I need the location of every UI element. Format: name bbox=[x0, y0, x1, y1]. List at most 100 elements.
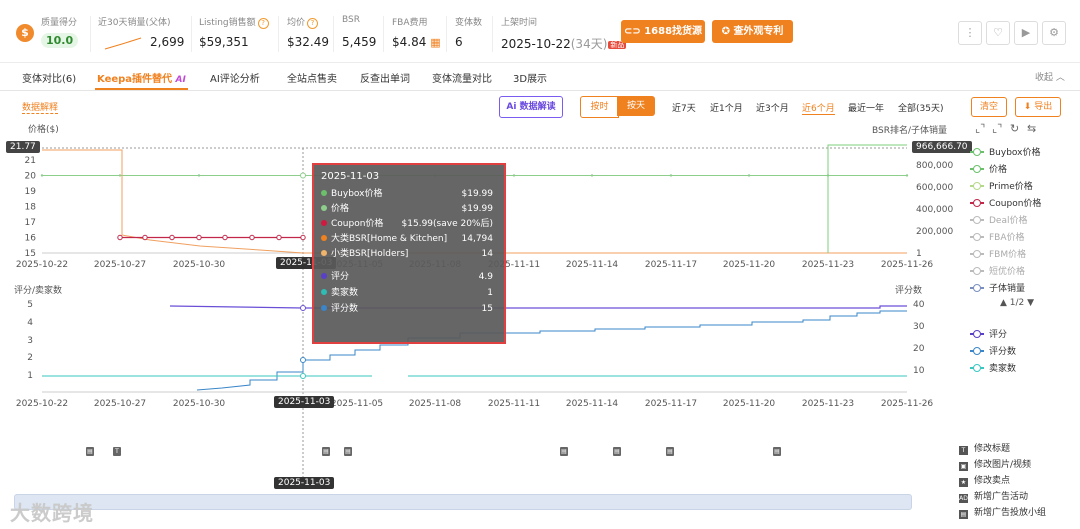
legend-pager[interactable]: ▲ 1/2 ▼ bbox=[1000, 298, 1034, 308]
legend-item[interactable]: 评分 bbox=[970, 327, 1007, 341]
event-marker[interactable]: ▤ bbox=[666, 447, 674, 456]
date-tick-label: 2025-10-27 bbox=[94, 399, 146, 409]
date-tick-label: 2025-11-20 bbox=[723, 260, 776, 270]
event-type-icon: ★ bbox=[959, 478, 968, 487]
price-tick-label: 15 bbox=[25, 249, 36, 259]
price-point bbox=[590, 174, 594, 177]
price-tick-label: 17 bbox=[25, 218, 36, 228]
rating-tick-label: 4 bbox=[27, 318, 33, 328]
series-dot-icon bbox=[321, 205, 327, 211]
legend-line-icon bbox=[970, 216, 984, 224]
legend-item[interactable]: Coupon价格 bbox=[970, 196, 1041, 210]
date-tick-label: 2025-10-30 bbox=[173, 399, 226, 409]
price-tick-label: 20 bbox=[25, 171, 37, 181]
event-marker[interactable]: ▤ bbox=[773, 447, 781, 456]
event-marker[interactable]: ▤ bbox=[322, 447, 330, 456]
rating-tick-label: 5 bbox=[27, 300, 33, 310]
legend-item[interactable]: 价格 bbox=[970, 162, 1007, 176]
event-marker[interactable]: ▤ bbox=[344, 447, 352, 456]
date-tick-label: 2025-11-23 bbox=[802, 399, 854, 409]
coupon-point bbox=[300, 234, 306, 241]
event-legend-item: ▤ 新增广告投放小组 bbox=[959, 508, 1047, 519]
date-tick-label: 2025-11-17 bbox=[645, 399, 697, 409]
date-tick-label: 2025-11-26 bbox=[881, 399, 934, 409]
series-dot-icon bbox=[321, 289, 327, 295]
legend-line-icon bbox=[970, 148, 984, 156]
bsr-tick-label: 1 bbox=[916, 249, 922, 259]
legend-line-icon bbox=[970, 284, 984, 292]
series-dot-icon bbox=[321, 190, 327, 196]
tooltip-date: 2025-11-03 bbox=[321, 171, 380, 182]
event-type-icon: ▤ bbox=[959, 510, 968, 519]
time-range-scrollbar[interactable] bbox=[14, 494, 912, 510]
tooltip-row: 评分 4.9 bbox=[321, 270, 497, 284]
event-type-icon: T bbox=[959, 446, 968, 455]
price-point bbox=[669, 174, 673, 177]
legend-line-icon bbox=[970, 182, 984, 190]
date-tick-label: 2025-11-14 bbox=[566, 399, 619, 409]
legend-line-icon bbox=[970, 267, 984, 275]
tooltip-row: Buybox价格 $19.99 bbox=[321, 187, 497, 201]
event-type-icon: AD bbox=[959, 494, 968, 503]
review-tick-label: 20 bbox=[913, 344, 925, 354]
price-point bbox=[512, 174, 516, 177]
date-tick-label: 2025-10-30 bbox=[173, 260, 226, 270]
legend-item[interactable]: Buybox价格 bbox=[970, 145, 1040, 159]
review-tick-label: 30 bbox=[913, 322, 925, 332]
rating-tick-label: 2 bbox=[27, 353, 33, 363]
price-point bbox=[905, 174, 909, 177]
legend-line-icon bbox=[970, 364, 984, 372]
event-legend-item: AD 新增广告活动 bbox=[959, 492, 1029, 503]
seller-hover-point bbox=[300, 373, 306, 379]
price-hover-point bbox=[300, 172, 306, 179]
review-tick-label: 10 bbox=[913, 366, 925, 376]
rating-tick-label: 3 bbox=[27, 336, 33, 346]
crosshair-y-label: 21.77 bbox=[6, 141, 40, 153]
keepa-charts[interactable]: 151617181920211200,000400,000600,000800,… bbox=[0, 0, 1080, 529]
date-tick-label: 2025-11-11 bbox=[488, 399, 540, 409]
watermark: 大数跨境 bbox=[10, 501, 94, 525]
legend-line-icon bbox=[970, 233, 984, 241]
legend-item[interactable]: 子体销量 bbox=[970, 281, 1025, 295]
series-dot-icon bbox=[321, 235, 327, 241]
date-tick-label: 2025-10-22 bbox=[16, 260, 68, 270]
legend-line-icon bbox=[970, 347, 984, 355]
date-tick-label: 2025-11-14 bbox=[566, 260, 619, 270]
legend-item[interactable]: Prime价格 bbox=[970, 179, 1033, 193]
rating-tick-label: 1 bbox=[27, 371, 33, 381]
legend-item[interactable]: 短优价格 bbox=[970, 264, 1025, 278]
date-tick-label: 2025-11-17 bbox=[645, 260, 697, 270]
event-legend-item: ★ 修改卖点 bbox=[959, 476, 1011, 487]
event-marker[interactable]: T bbox=[113, 447, 121, 456]
legend-item[interactable]: Deal价格 bbox=[970, 213, 1027, 227]
legend-item[interactable]: FBA价格 bbox=[970, 230, 1025, 244]
rating-hover-point bbox=[300, 305, 306, 311]
legend-item[interactable]: FBM价格 bbox=[970, 247, 1026, 261]
series-dot-icon bbox=[321, 220, 327, 226]
event-marker[interactable]: ▤ bbox=[86, 447, 94, 456]
bsr-tick-label: 600,000 bbox=[916, 183, 953, 193]
legend-line-icon bbox=[970, 199, 984, 207]
price-tick-label: 18 bbox=[25, 202, 37, 212]
event-marker[interactable]: ▤ bbox=[613, 447, 621, 456]
chart-tooltip: 2025-11-03 Buybox价格 $19.99 价格 $19.99 Coupon价… bbox=[312, 163, 506, 344]
date-tick-label: 2025-11-08 bbox=[409, 399, 462, 409]
legend-item[interactable]: 评分数 bbox=[970, 344, 1016, 358]
event-legend-item: ▣ 修改图片/视频 bbox=[959, 460, 1032, 471]
date-tick-label: 2025-11-20 bbox=[723, 399, 776, 409]
event-type-icon: ▣ bbox=[959, 462, 968, 471]
tooltip-row: Coupon价格 $15.99(save 20%后) bbox=[321, 217, 497, 231]
review-hover-point bbox=[300, 357, 306, 363]
rating-line bbox=[169, 305, 907, 309]
series-dot-icon bbox=[321, 305, 327, 311]
legend-item[interactable]: 卖家数 bbox=[970, 361, 1016, 375]
event-marker[interactable]: ▤ bbox=[560, 447, 568, 456]
price-tick-label: 19 bbox=[25, 187, 37, 197]
coupon-point bbox=[142, 234, 148, 241]
child-sales-line bbox=[827, 144, 907, 253]
crosshair-y2-label: 966,666.70 bbox=[912, 141, 972, 153]
date-tick-label: 2025-11-26 bbox=[881, 260, 934, 270]
crosshair-x-label-mid: 2025-11-03 bbox=[274, 396, 335, 408]
date-tick-label: 2025-10-27 bbox=[94, 260, 146, 270]
series-dot-icon bbox=[321, 250, 327, 256]
